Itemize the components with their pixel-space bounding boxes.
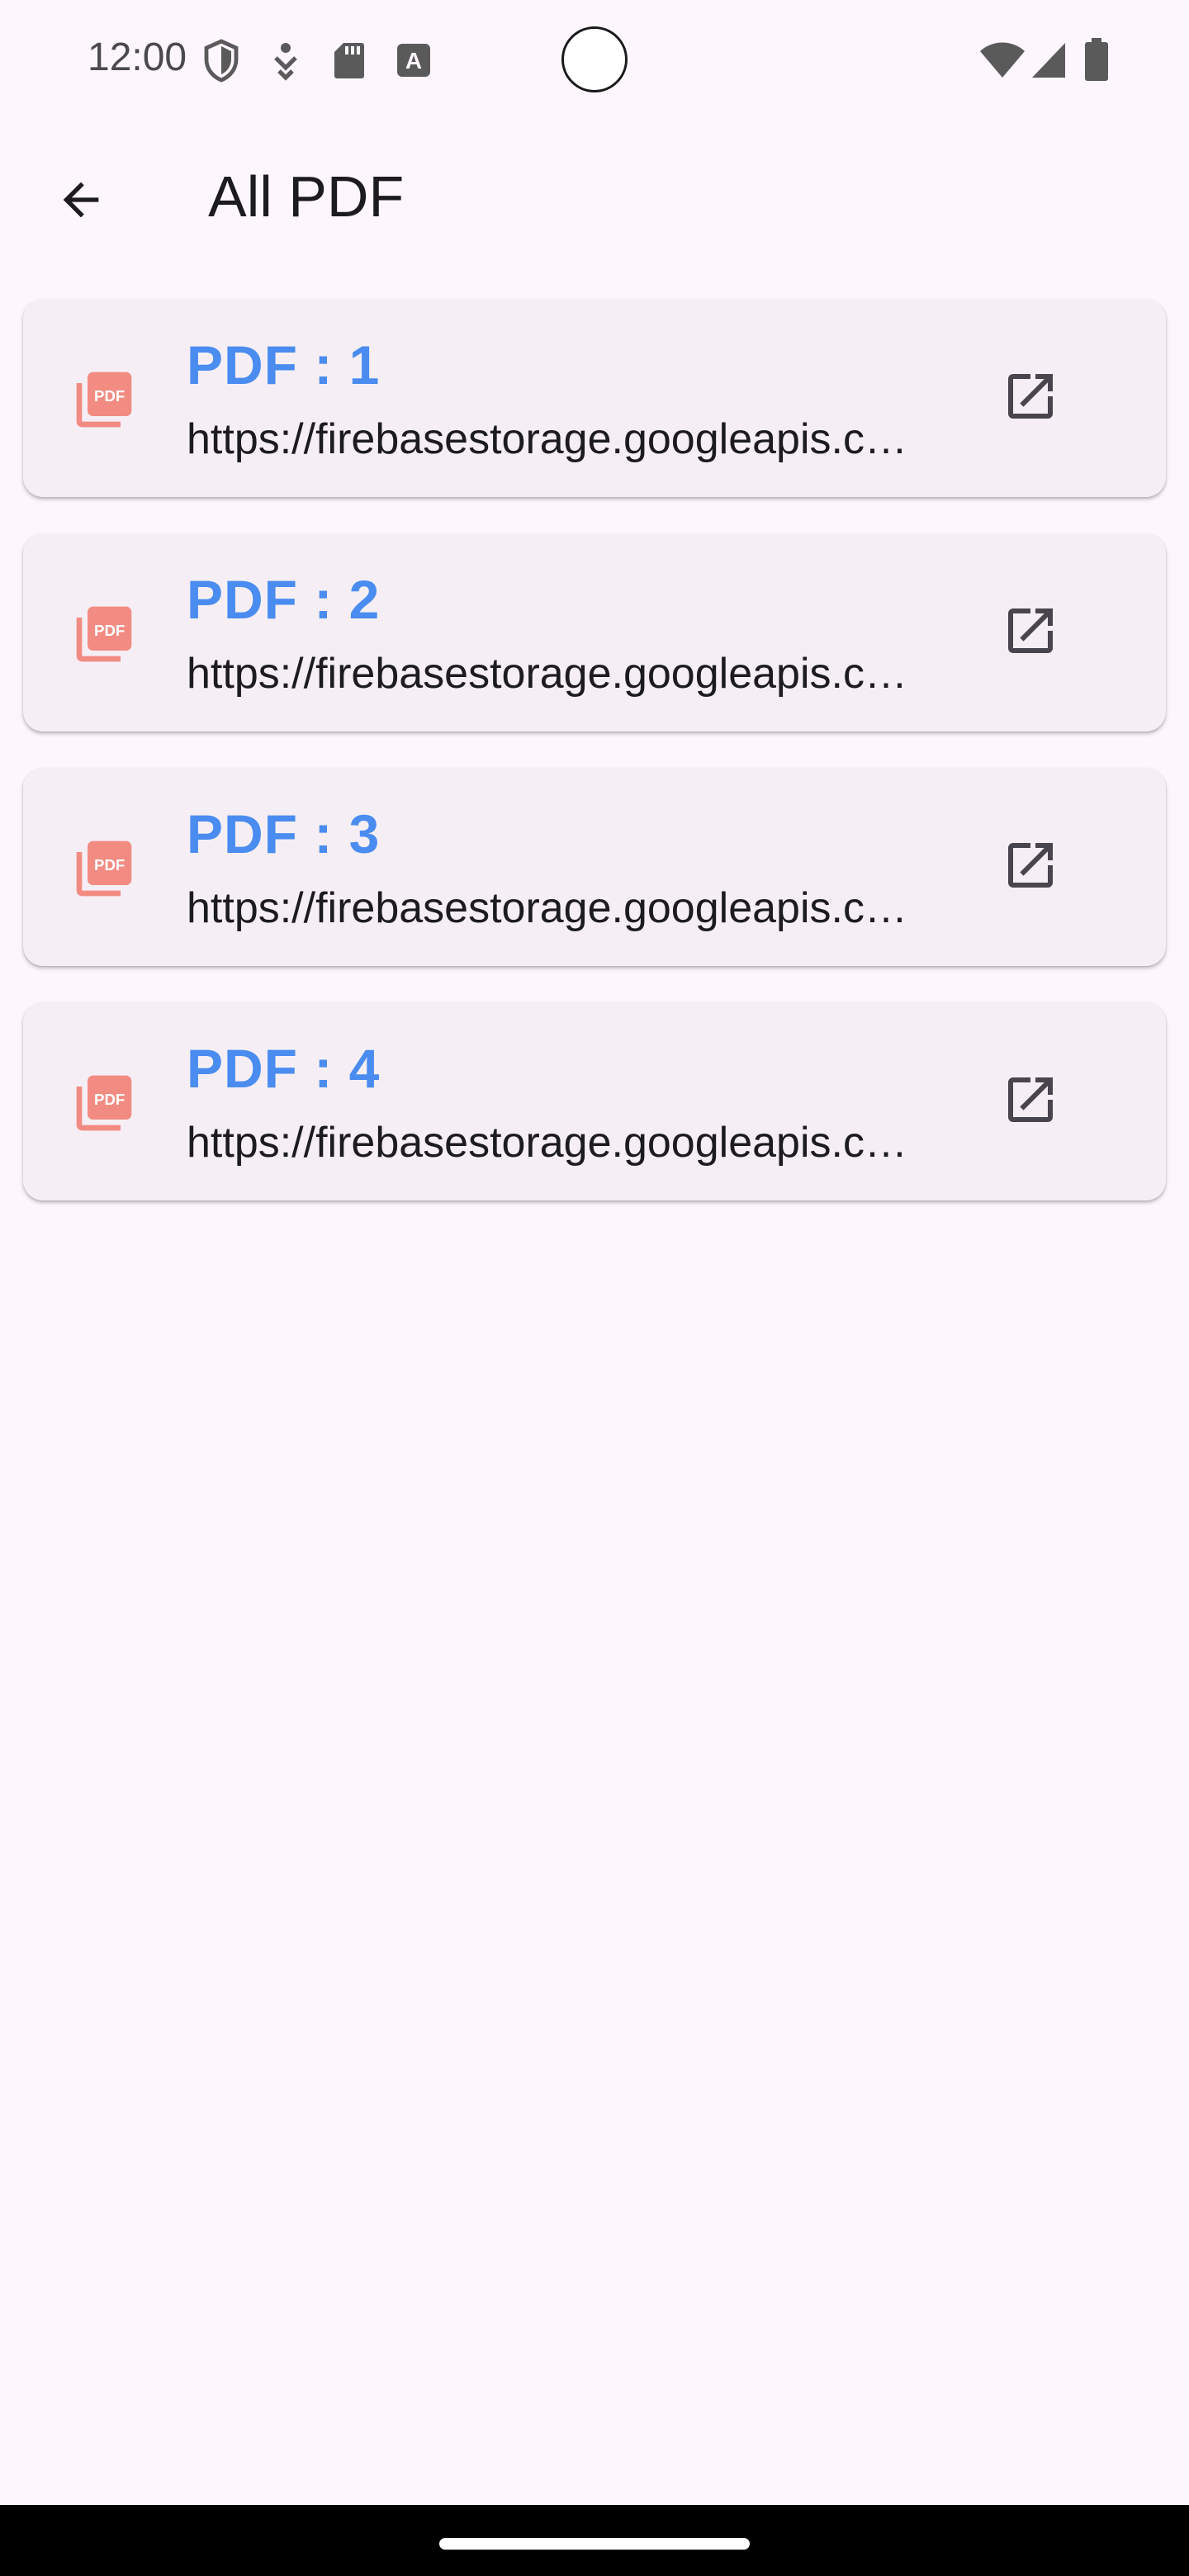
svg-text:A: A xyxy=(405,48,422,73)
back-button[interactable] xyxy=(40,160,122,243)
pdf-list-item[interactable]: PDF PDF : 1 https://firebasestorage.goog… xyxy=(23,299,1166,497)
svg-text:PDF: PDF xyxy=(94,387,125,405)
arrow-back-icon xyxy=(54,173,107,230)
open-in-new-button[interactable] xyxy=(989,826,1072,908)
pdf-list-item[interactable]: PDF PDF : 3 https://firebasestorage.goog… xyxy=(23,768,1166,966)
pdf-url: https://firebasestorage.googleapis.com/.… xyxy=(187,650,913,698)
camera-cutout xyxy=(561,26,628,92)
open-in-new-icon xyxy=(1001,836,1060,899)
status-bar: 12:00 A xyxy=(0,0,1189,116)
pdf-url: https://firebasestorage.googleapis.com/.… xyxy=(187,415,913,463)
app-bar: All PDF xyxy=(0,132,1189,264)
home-indicator[interactable] xyxy=(439,2538,750,2550)
navigation-bar xyxy=(0,2505,1189,2576)
cell-signal-icon xyxy=(1030,41,1067,83)
pdf-list: PDF PDF : 1 https://firebasestorage.goog… xyxy=(23,299,1166,1237)
font-a-icon: A xyxy=(396,43,431,82)
pdf-title: PDF : 1 xyxy=(187,334,381,395)
pdf-file-icon: PDF xyxy=(71,601,137,667)
pdf-url: https://firebasestorage.googleapis.com/.… xyxy=(187,1119,913,1167)
pdf-title: PDF : 2 xyxy=(187,569,381,630)
shield-icon xyxy=(201,38,241,88)
pdf-title: PDF : 3 xyxy=(187,803,381,864)
pdf-list-item[interactable]: PDF PDF : 4 https://firebasestorage.goog… xyxy=(23,1002,1166,1200)
sd-card-icon xyxy=(334,41,365,83)
open-in-new-icon xyxy=(1001,1070,1060,1134)
status-time: 12:00 xyxy=(88,36,187,79)
open-in-new-button[interactable] xyxy=(989,591,1072,674)
pdf-file-icon: PDF xyxy=(71,836,137,902)
open-in-new-button[interactable] xyxy=(989,357,1072,439)
open-in-new-icon xyxy=(1001,601,1060,665)
battery-icon xyxy=(1085,38,1108,85)
svg-text:PDF: PDF xyxy=(94,856,125,874)
pdf-file-icon: PDF xyxy=(71,367,137,433)
pdf-url: https://firebasestorage.googleapis.com/.… xyxy=(187,884,913,932)
open-in-new-icon xyxy=(1001,367,1060,430)
pdf-list-item[interactable]: PDF PDF : 2 https://firebasestorage.goog… xyxy=(23,533,1166,732)
svg-text:PDF: PDF xyxy=(94,1091,125,1108)
svg-text:PDF: PDF xyxy=(94,622,125,639)
accessibility-icon xyxy=(271,41,301,85)
page-title: All PDF xyxy=(208,164,405,229)
open-in-new-button[interactable] xyxy=(989,1060,1072,1143)
pdf-title: PDF : 4 xyxy=(187,1038,381,1099)
wifi-icon xyxy=(979,41,1026,83)
pdf-file-icon: PDF xyxy=(71,1070,137,1136)
